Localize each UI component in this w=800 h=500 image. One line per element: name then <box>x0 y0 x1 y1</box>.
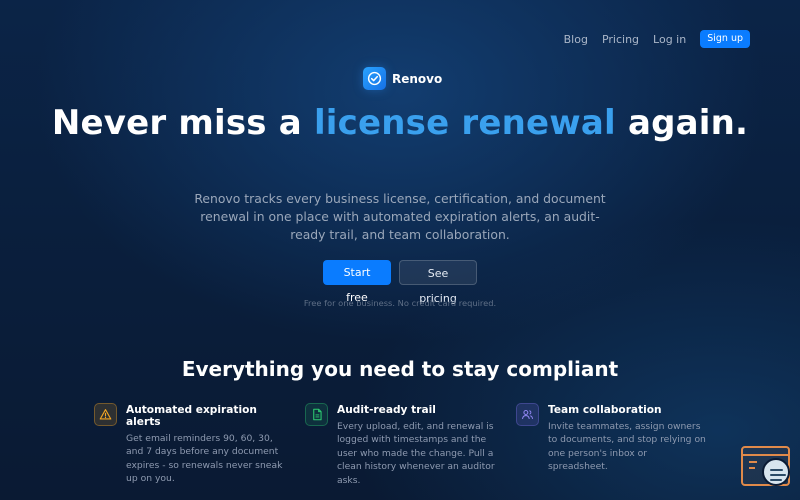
brand-name: Renovo <box>392 71 443 86</box>
hero-title-accent: license renewal <box>313 103 616 143</box>
nav-link-login[interactable]: Log in <box>653 33 686 46</box>
feature-title: Automated expiration alerts <box>126 404 257 428</box>
hero-title: Never miss a license renewal again. <box>0 104 800 142</box>
feature-team-collaboration: Team collaboration Invite teammates, ass… <box>516 403 716 474</box>
start-free-button[interactable]: Start free <box>323 260 391 304</box>
feature-expiration-alerts: Automated expiration alerts Get email re… <box>94 403 294 486</box>
features-heading: Everything you need to stay compliant <box>181 357 619 381</box>
feature-title: Team collaboration <box>548 404 662 416</box>
brand[interactable]: Renovo <box>363 67 442 90</box>
fine-print: Free for one business. No credit card re… <box>303 298 497 308</box>
top-nav: Blog Pricing Log in Sign up <box>564 29 750 49</box>
team-icon <box>516 403 539 426</box>
nav-link-pricing[interactable]: Pricing <box>602 33 639 46</box>
warning-icon <box>94 403 117 426</box>
hero-title-part1: Never miss a <box>51 103 314 143</box>
feature-description: Get email reminders 90, 60, 30, and 7 da… <box>126 433 283 485</box>
hero-title-part2: again. <box>615 103 749 143</box>
hero-subtitle: Renovo tracks every business license, ce… <box>194 191 606 242</box>
document-icon <box>305 403 328 426</box>
chat-widget-icon[interactable] <box>741 446 790 486</box>
feature-audit-trail: Audit-ready trail Every upload, edit, an… <box>305 403 505 487</box>
see-pricing-button[interactable]: See pricing <box>399 260 477 305</box>
signup-button[interactable]: Sign up <box>700 30 750 48</box>
feature-title: Audit-ready trail <box>337 404 436 416</box>
feature-description: Invite teammates, assign owners to docum… <box>548 421 706 473</box>
nav-link-blog[interactable]: Blog <box>564 33 588 46</box>
check-circle-icon <box>363 67 386 90</box>
cta-group: Start free See pricing <box>0 260 800 305</box>
feature-description: Every upload, edit, and renewal is logge… <box>337 421 495 486</box>
avatar <box>762 458 790 486</box>
